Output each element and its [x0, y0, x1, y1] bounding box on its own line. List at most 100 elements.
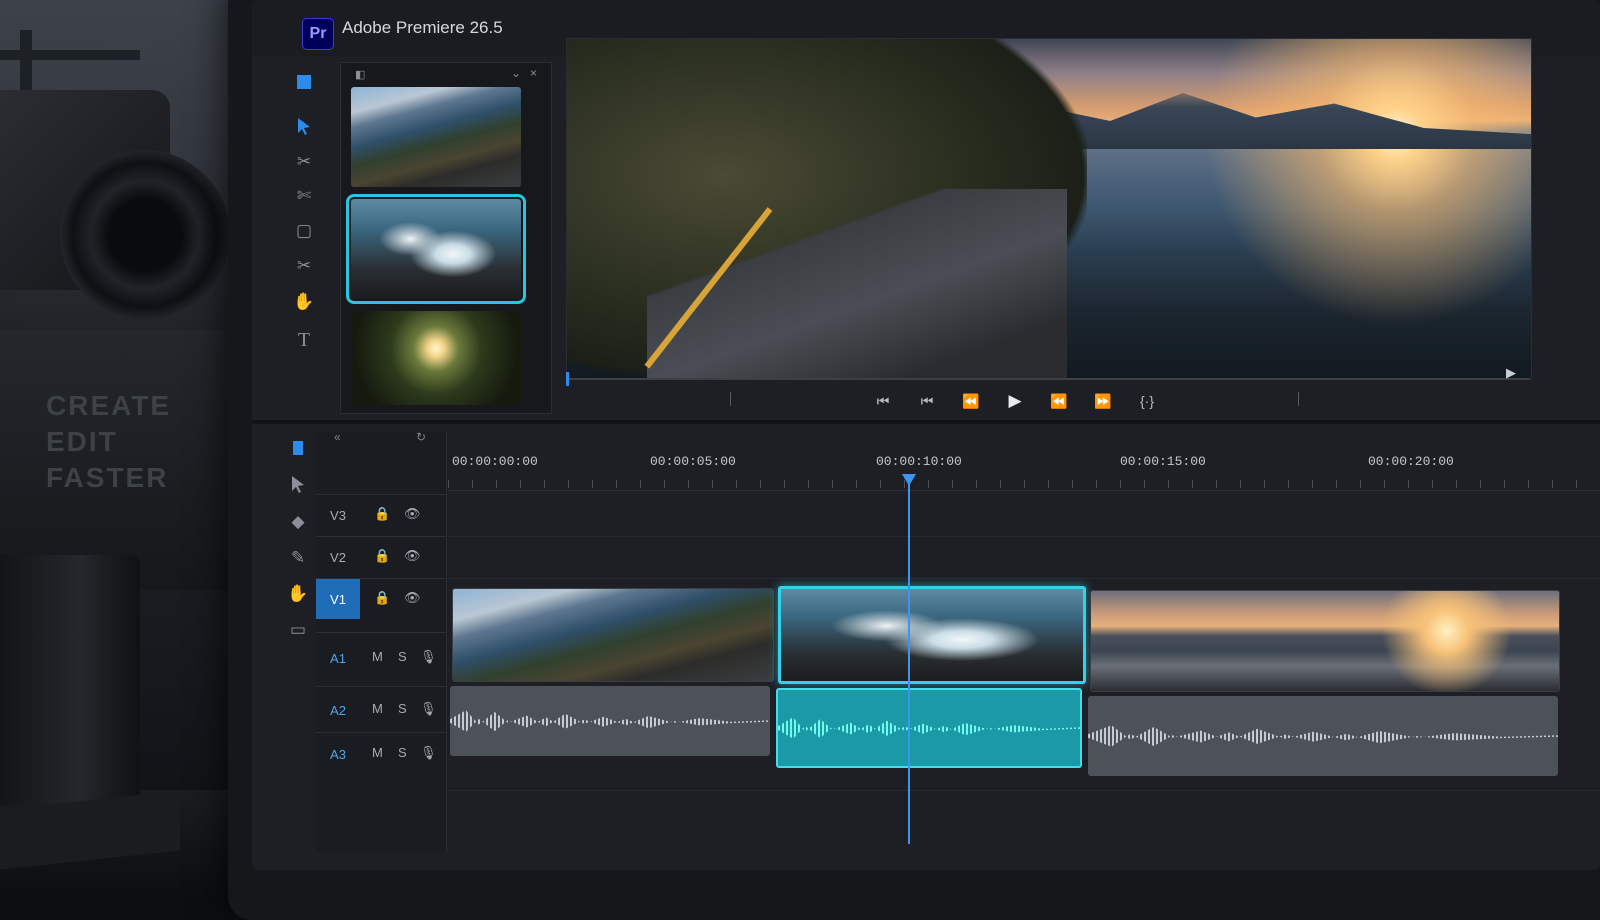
- track-header-v1[interactable]: V1 🔒 👁: [316, 578, 446, 619]
- timeline-hand-tool-icon[interactable]: ✋: [286, 582, 310, 606]
- playhead-line[interactable]: [908, 484, 910, 844]
- ripple-edit-tool-icon[interactable]: ✄: [292, 184, 316, 208]
- product-box-text: CREATE EDIT FASTER: [46, 388, 171, 496]
- type-tool-icon[interactable]: T: [292, 328, 316, 352]
- bin-label-icon: ◧: [355, 69, 366, 81]
- bin-thumbnail-coastal-road[interactable]: [351, 87, 521, 187]
- program-scrub-head[interactable]: [566, 372, 569, 386]
- mute-button[interactable]: M: [372, 701, 383, 716]
- track-label[interactable]: V1: [316, 579, 360, 619]
- timeline-panel-icon[interactable]: [286, 436, 310, 460]
- solo-button[interactable]: S: [398, 649, 407, 664]
- track-label[interactable]: V2: [316, 537, 360, 577]
- audio-waveform: [778, 717, 1080, 739]
- camera-rig-bar: [0, 50, 140, 60]
- track-divider: [448, 790, 1600, 791]
- track-divider: [448, 536, 1600, 537]
- premiere-window: Pr Adobe Premiere 26.5 ✂ ✄ ▢ ✂ ✋ T ◧ ⌄ ×: [252, 0, 1600, 870]
- lock-icon[interactable]: 🔒: [374, 590, 390, 606]
- timecode-label: 00:00:05:00: [650, 454, 736, 469]
- track-divider: [448, 578, 1600, 579]
- eye-icon[interactable]: 👁: [404, 506, 421, 522]
- microphone-icon[interactable]: 🎙: [420, 701, 437, 717]
- camera-lens: [60, 150, 230, 320]
- program-scrub-bar[interactable]: [566, 378, 1530, 380]
- box-text-line-3: FASTER: [46, 462, 169, 493]
- mute-button[interactable]: M: [372, 745, 383, 760]
- project-bin-panel: ◧ ⌄ ×: [340, 62, 552, 414]
- refresh-tracks-icon[interactable]: ↻: [416, 430, 426, 444]
- timecode-label: 00:00:20:00: [1368, 454, 1454, 469]
- track-header-v2[interactable]: V2 🔒 👁: [316, 536, 446, 577]
- track-label[interactable]: A2: [316, 687, 360, 733]
- lock-icon[interactable]: 🔒: [374, 548, 390, 564]
- microphone-icon[interactable]: 🎙: [420, 649, 437, 665]
- track-header-a3[interactable]: A3 M S 🎙: [316, 732, 446, 775]
- track-headers: « ↻ V3 🔒 👁 V2 🔒 👁 V1 🔒 👁 A1 M S 🎙 A2 M S: [316, 430, 447, 852]
- play-icon[interactable]: ▶: [1004, 390, 1026, 412]
- ruler-ticks: [448, 480, 1600, 488]
- audio-clip-3[interactable]: [1088, 696, 1558, 776]
- coffee-mug: [0, 555, 140, 805]
- fast-forward-icon[interactable]: ⏩: [1092, 390, 1114, 412]
- audio-clip-1[interactable]: [450, 686, 770, 756]
- solo-button[interactable]: S: [398, 701, 407, 716]
- selection-tool-icon[interactable]: [292, 114, 316, 138]
- razor-tool-icon[interactable]: ✂: [292, 254, 316, 278]
- program-monitor[interactable]: [566, 38, 1532, 380]
- audio-waveform: [450, 710, 770, 732]
- box-text-line-2: EDIT: [46, 426, 118, 457]
- track-header-a1[interactable]: A1 M S 🎙: [316, 632, 446, 683]
- video-clip-coastal-road[interactable]: [452, 588, 774, 682]
- microphone-icon[interactable]: 🎙: [420, 745, 437, 761]
- video-clip-sunset-sea[interactable]: [1090, 590, 1560, 692]
- eye-icon[interactable]: 👁: [404, 590, 421, 606]
- panel-toggle-icon[interactable]: [292, 70, 316, 94]
- collapse-tracks-icon[interactable]: «: [334, 430, 341, 444]
- timeline-tools: ◆ ✎ ✋ ▭: [280, 432, 314, 852]
- timeline-ruler[interactable]: 00:00:00:00 00:00:05:00 00:00:10:00 00:0…: [448, 440, 1600, 491]
- eyedropper-tool-icon[interactable]: ✎: [286, 546, 310, 570]
- track-label[interactable]: V3: [316, 495, 360, 535]
- step-back-icon[interactable]: ⏮: [916, 390, 938, 412]
- panel-divider[interactable]: [252, 420, 1600, 424]
- close-icon[interactable]: ×: [530, 66, 537, 80]
- video-clip-ocean-waves[interactable]: [778, 586, 1086, 684]
- chevron-down-icon[interactable]: ⌄: [511, 66, 521, 80]
- rewind-icon[interactable]: ⏪: [960, 390, 982, 412]
- timecode-label: 00:00:00:00: [452, 454, 538, 469]
- monitor-in-tick: [730, 392, 731, 406]
- track-label[interactable]: A3: [316, 733, 360, 775]
- export-frame-icon[interactable]: {·}: [1136, 390, 1158, 412]
- audio-waveform: [1088, 725, 1558, 747]
- timeline-selection-tool-icon[interactable]: [286, 472, 310, 496]
- step-forward-icon[interactable]: ⏪: [1048, 390, 1070, 412]
- bin-thumbnail-ocean-waves[interactable]: [346, 194, 526, 304]
- go-to-start-icon[interactable]: ⏮: [872, 390, 894, 412]
- premiere-logo-icon: Pr: [302, 18, 334, 50]
- track-header-v3[interactable]: V3 🔒 👁: [316, 494, 446, 535]
- mute-button[interactable]: M: [372, 649, 383, 664]
- transport-controls: ⏮ ⏮ ⏪ ▶ ⏪ ⏩ {·}: [872, 390, 1158, 412]
- pen-tool-icon[interactable]: ◆: [286, 510, 310, 534]
- box-text-line-1: CREATE: [46, 390, 172, 421]
- tools-panel: ✂ ✄ ▢ ✂ ✋ T: [286, 62, 322, 402]
- track-select-tool-icon[interactable]: ✂: [292, 150, 316, 174]
- bin-thumbnail-forest-sunburst[interactable]: [351, 311, 521, 405]
- monitor-out-tick: [1298, 392, 1299, 406]
- hand-tool-icon[interactable]: ✋: [292, 290, 316, 314]
- bin-header: ◧ ⌄ ×: [341, 63, 551, 85]
- monitor-tool-icon[interactable]: ▭: [286, 618, 310, 642]
- track-label[interactable]: A1: [316, 633, 360, 683]
- track-header-a2[interactable]: A2 M S 🎙: [316, 686, 446, 733]
- lock-icon[interactable]: 🔒: [374, 506, 390, 522]
- timecode-label: 00:00:15:00: [1120, 454, 1206, 469]
- track-header-toolbar: « ↻: [334, 430, 434, 444]
- audio-clip-2-selected[interactable]: [776, 688, 1082, 768]
- scrub-end-marker-icon: ▶: [1506, 365, 1516, 380]
- app-title: Adobe Premiere 26.5: [342, 18, 503, 37]
- solo-button[interactable]: S: [398, 745, 407, 760]
- timecode-label: 00:00:10:00: [876, 454, 962, 469]
- rectangle-tool-icon[interactable]: ▢: [292, 219, 316, 243]
- eye-icon[interactable]: 👁: [404, 548, 421, 564]
